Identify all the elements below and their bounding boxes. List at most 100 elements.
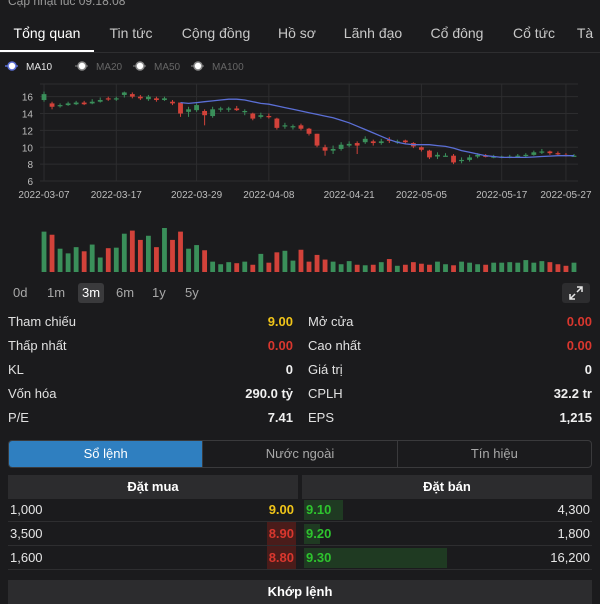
- tab-news[interactable]: Tin tức: [94, 14, 168, 52]
- tab-profile[interactable]: Hồ sơ: [264, 14, 330, 52]
- candle-body: [555, 153, 561, 155]
- legend-marker: [77, 61, 87, 71]
- update-time-bar: Cập nhật lúc 09:18:08: [0, 0, 600, 12]
- tab-shareholders[interactable]: Cổ đông: [416, 14, 498, 52]
- volume-bar: [555, 264, 561, 272]
- tab-overview[interactable]: Tổng quan: [0, 14, 94, 52]
- segment-order-book[interactable]: Sổ lệnh: [9, 441, 204, 467]
- range-selector: 0d 1m 3m 6m 1y 5y: [0, 282, 600, 306]
- candle-body: [402, 140, 408, 143]
- legend-marker: [7, 61, 17, 71]
- volume-bar: [137, 239, 143, 272]
- stat-label: CPLH: [308, 386, 343, 401]
- volume-bar: [314, 254, 320, 272]
- range-0d[interactable]: 0d: [9, 283, 31, 303]
- candle-body: [515, 155, 521, 157]
- candle-body: [154, 98, 159, 101]
- legend-label-ma100: MA100: [212, 62, 244, 73]
- tab-leadership[interactable]: Lãnh đạo: [330, 14, 416, 52]
- range-1y[interactable]: 1y: [148, 283, 170, 303]
- volume-bar: [65, 253, 71, 272]
- candle-body: [194, 105, 199, 111]
- volume-bar: [210, 261, 216, 272]
- candle-body: [298, 125, 304, 129]
- candle-body: [129, 94, 135, 97]
- volume-bar: [178, 231, 183, 272]
- candle-body: [290, 126, 296, 128]
- row-divider: [8, 569, 592, 570]
- expand-icon: [569, 286, 583, 300]
- candle-body: [162, 98, 167, 101]
- volume-bar: [274, 252, 280, 272]
- candle-body: [137, 96, 143, 99]
- candle-body: [121, 92, 127, 95]
- tab-dividends[interactable]: Cổ tức: [498, 14, 570, 52]
- candle-body: [322, 147, 328, 151]
- price-chart[interactable]: MA10 MA20 MA50 MA100 16 14 12 10 8 6 2022-03-07 202…: [0, 56, 600, 280]
- candle-body: [97, 100, 103, 102]
- sell-qty: 16,200: [550, 550, 590, 565]
- candle-body: [346, 143, 352, 146]
- candle-body: [539, 151, 545, 153]
- range-3m[interactable]: 3m: [78, 283, 105, 303]
- volume-bar: [443, 264, 448, 272]
- stat-label: Cao nhất: [308, 338, 361, 353]
- volume-bar: [427, 264, 432, 272]
- legend-marker: [135, 61, 145, 71]
- sell-price: 9.20: [306, 526, 332, 541]
- legend-label-ma10: MA10: [26, 62, 53, 73]
- stat-value: 0: [584, 362, 592, 377]
- sell-qty: 4,300: [557, 502, 590, 517]
- candle-body: [145, 96, 151, 100]
- range-6m[interactable]: 6m: [112, 283, 138, 303]
- candle-body: [475, 154, 481, 157]
- candle-body: [65, 103, 71, 106]
- volume-bar: [386, 259, 392, 272]
- candle-body: [354, 143, 360, 146]
- y-tick-label: 14: [22, 110, 34, 121]
- stat-value: 1,215: [559, 410, 592, 425]
- buy-price: 8.90: [266, 522, 296, 546]
- volume-bar: [250, 264, 256, 272]
- candle-body: [362, 138, 368, 143]
- candle-body: [467, 157, 473, 160]
- legend-marker: [193, 61, 203, 71]
- volume-bar: [539, 261, 545, 272]
- tab-more[interactable]: Tà: [570, 14, 600, 52]
- volume-bar: [523, 260, 529, 272]
- stat-label: P/E: [8, 410, 29, 425]
- segment-foreign[interactable]: Nước ngoài: [203, 441, 398, 467]
- volume-bar: [170, 239, 175, 272]
- volume-bar: [105, 248, 111, 272]
- volume-bar: [419, 263, 424, 272]
- volume-bar: [330, 261, 336, 272]
- candle-body: [41, 94, 47, 101]
- candle-body: [330, 148, 336, 151]
- expand-chart-button[interactable]: [562, 283, 590, 303]
- y-tick-label: 6: [27, 177, 33, 188]
- candle-body: [435, 154, 440, 157]
- stat-label: Giá trị: [308, 362, 343, 377]
- volume-bar: [507, 262, 513, 272]
- range-5y[interactable]: 5y: [181, 283, 203, 303]
- volume-bar: [49, 234, 55, 272]
- candle-body: [274, 118, 280, 128]
- stat-value: 32.2 tr: [553, 386, 592, 401]
- candle-body: [178, 102, 183, 114]
- volume-bar: [121, 233, 127, 272]
- volume-bar: [563, 265, 569, 272]
- orderbook-segment-control: Sổ lệnh Nước ngoài Tín hiệu: [8, 440, 592, 468]
- segment-signals[interactable]: Tín hiệu: [398, 441, 591, 467]
- y-tick-label: 8: [27, 160, 33, 171]
- range-1m[interactable]: 1m: [43, 283, 69, 303]
- candle-body: [81, 102, 87, 105]
- candle-body: [73, 102, 79, 105]
- volume-bar: [218, 264, 224, 272]
- volume-bar: [73, 247, 79, 272]
- tab-community[interactable]: Cộng đồng: [168, 14, 264, 52]
- volume-bar: [338, 264, 344, 272]
- candle-body: [378, 141, 384, 144]
- volume-bar: [234, 263, 240, 272]
- sell-header: Đặt bán: [302, 475, 592, 499]
- stat-value: 9.00: [267, 314, 293, 329]
